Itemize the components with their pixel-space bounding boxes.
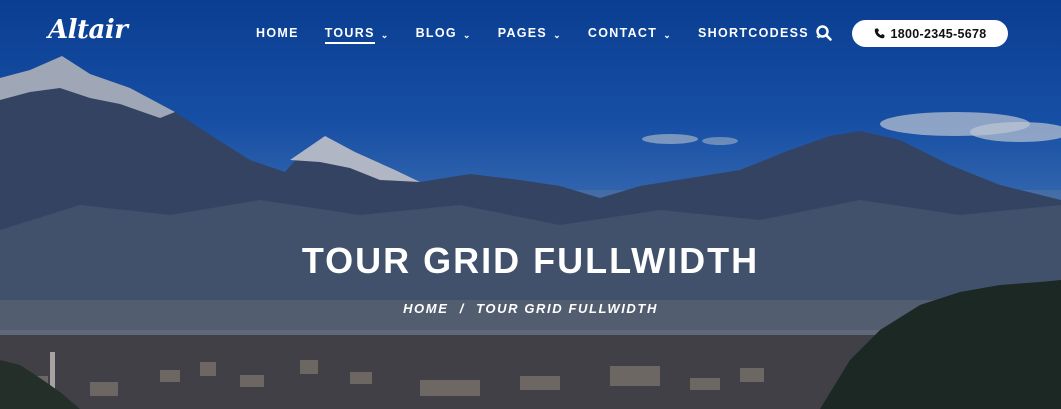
chevron-down-icon: ⌄: [380, 29, 390, 40]
nav-item-blog[interactable]: BLOG ⌄: [416, 26, 472, 44]
nav-label: TOURS: [324, 26, 375, 44]
page-title: TOUR GRID FULLWIDTH: [301, 240, 760, 281]
phone-icon: [874, 28, 884, 39]
hero-banner: Altair HOME TOURS ⌄ BLOG ⌄ PAGES ⌄ CONTA…: [0, 0, 1061, 409]
nav-label: PAGES: [497, 26, 548, 40]
chevron-down-icon: ⌄: [663, 29, 673, 40]
search-icon[interactable]: [815, 24, 833, 42]
nav-item-tours[interactable]: TOURS ⌄: [324, 26, 390, 44]
site-logo[interactable]: Altair: [48, 15, 128, 45]
chevron-down-icon: ⌄: [462, 29, 472, 40]
nav-label: SHORTCODESS: [698, 26, 809, 40]
nav-label: CONTACT: [587, 26, 658, 40]
chevron-down-icon: ⌄: [553, 29, 562, 40]
site-header: Altair HOME TOURS ⌄ BLOG ⌄ PAGES ⌄ CONTA…: [0, 0, 1061, 68]
phone-number: 1800-2345-5678: [890, 26, 987, 41]
breadcrumb-home-link[interactable]: HOME: [403, 301, 448, 316]
nav-item-pages[interactable]: PAGES ⌄: [498, 26, 562, 44]
breadcrumb-separator: /: [459, 301, 465, 316]
main-nav: HOME TOURS ⌄ BLOG ⌄ PAGES ⌄ CONTACT ⌄ SH…: [256, 26, 850, 44]
phone-button[interactable]: 1800-2345-5678: [852, 20, 1008, 47]
nav-item-home[interactable]: HOME: [256, 26, 299, 44]
nav-label: BLOG: [415, 26, 457, 40]
nav-label: HOME: [256, 26, 299, 40]
nav-item-contact[interactable]: CONTACT ⌄: [588, 26, 672, 44]
breadcrumb: HOME / TOUR GRID FULLWIDTH: [0, 301, 1061, 316]
breadcrumb-current: TOUR GRID FULLWIDTH: [476, 301, 658, 316]
nav-item-shortcodess[interactable]: SHORTCODESS ⌄: [698, 26, 824, 44]
